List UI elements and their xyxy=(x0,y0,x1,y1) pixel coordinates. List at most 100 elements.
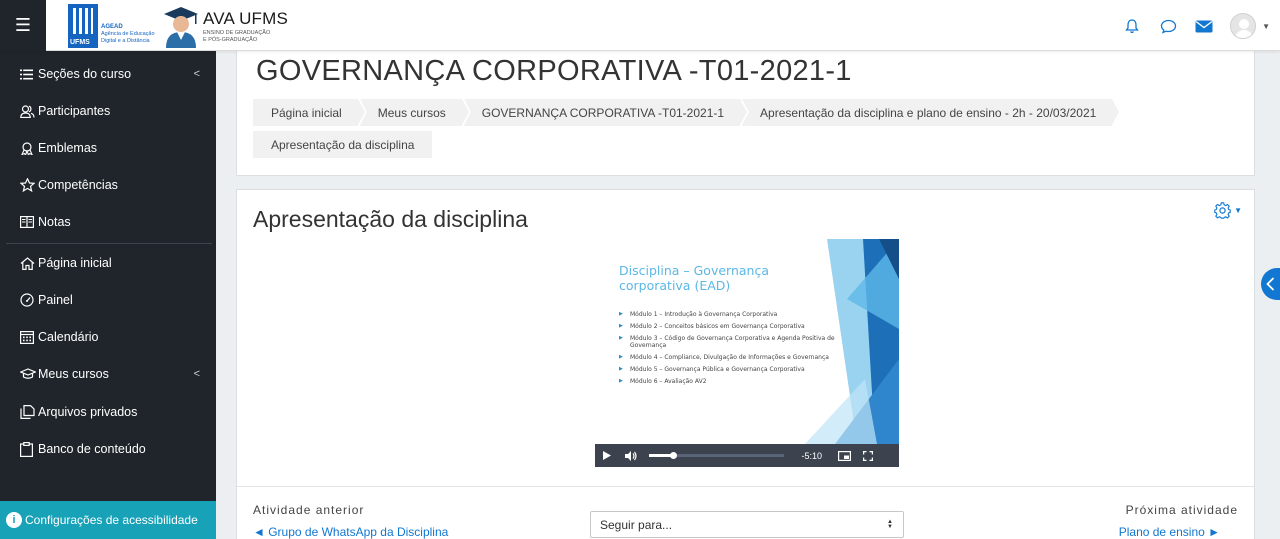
sidebar-item-course-sections[interactable]: Seções do curso < xyxy=(0,56,216,92)
messages-button[interactable] xyxy=(1150,12,1186,40)
sidebar: Seções do curso < Participantes Emblemas… xyxy=(0,51,216,539)
activity-nav-divider xyxy=(237,486,1254,487)
slide-module-item: Módulo 3 – Código de Governança Corporat… xyxy=(619,335,849,349)
sidebar-item-participants[interactable]: Participantes xyxy=(0,93,216,129)
volume-button[interactable] xyxy=(619,444,643,467)
accessibility-settings-button[interactable]: i Configurações de acessibilidade xyxy=(0,501,216,539)
site-subtitle-1: ENSINO DE GRADUAÇÃO xyxy=(203,30,271,36)
sidebar-item-competencies[interactable]: Competências xyxy=(0,167,216,203)
sidebar-item-private-files[interactable]: Arquivos privados xyxy=(0,394,216,430)
jump-to-select[interactable]: Seguir para... ▲ ▼ xyxy=(590,511,904,538)
hamburger-icon: ☰ xyxy=(14,15,32,35)
navbar: ☰ UFMS AGEAD Agência de Educação Digital… xyxy=(0,0,1280,51)
sidebar-item-label: Calendário xyxy=(38,330,99,344)
sidebar-item-badges[interactable]: Emblemas xyxy=(0,130,216,166)
sidebar-item-label: Página inicial xyxy=(38,256,112,270)
next-activity-label: Próxima atividade xyxy=(1125,503,1238,517)
next-activity-link[interactable]: Plano de ensino ► xyxy=(1119,525,1220,539)
user-menu-caret-icon[interactable]: ▼ xyxy=(1262,22,1270,31)
video-player[interactable]: Disciplina – Governança corporativa (EAD… xyxy=(595,239,899,467)
graduation-cap-icon xyxy=(20,368,37,380)
progress-handle[interactable] xyxy=(670,452,678,459)
graduate-logo xyxy=(164,7,198,48)
sidebar-divider xyxy=(6,243,212,244)
list-icon xyxy=(20,69,37,80)
page-heading: Apresentação da disciplina xyxy=(253,206,528,232)
chevron-left-icon: < xyxy=(193,368,200,380)
volume-icon xyxy=(625,450,637,461)
chevron-down-icon: ▼ xyxy=(1234,206,1242,215)
slide-module-item: Módulo 2 – Conceitos básicos em Governan… xyxy=(619,323,849,330)
chevron-left-icon: < xyxy=(193,68,200,80)
star-icon xyxy=(20,178,37,192)
ufms-logo: UFMS xyxy=(68,4,98,48)
video-controls: -5:10 xyxy=(595,444,899,467)
breadcrumb-item-home[interactable]: Página inicial xyxy=(253,99,367,126)
email-button[interactable] xyxy=(1186,12,1222,40)
site-subtitle-2: E PÓS-GRADUAÇÃO xyxy=(203,37,258,43)
home-icon xyxy=(20,256,37,270)
settings-menu-button[interactable]: ▼ xyxy=(1214,202,1242,219)
chat-icon xyxy=(1160,19,1176,34)
select-arrows-icon: ▲ ▼ xyxy=(887,518,893,530)
breadcrumb: Página inicial Meus cursos GOVERNANÇA CO… xyxy=(253,99,1122,126)
users-icon xyxy=(20,104,37,118)
sidebar-item-label: Notas xyxy=(38,215,71,229)
sidebar-item-label: Seções do curso xyxy=(38,67,132,81)
slide-module-item: Módulo 1 – Introdução à Governança Corpo… xyxy=(619,311,849,318)
breadcrumb-item-course[interactable]: GOVERNANÇA CORPORATIVA -T01-2021-1 xyxy=(463,99,750,126)
sidebar-item-label: Emblemas xyxy=(38,141,98,155)
breadcrumb-item-my-courses[interactable]: Meus cursos xyxy=(359,99,471,126)
site-brand[interactable]: AVA UFMS ENSINO DE GRADUAÇÃO E PÓS-GRADU… xyxy=(203,9,288,43)
badge-icon xyxy=(20,141,37,155)
gear-icon xyxy=(1214,202,1231,219)
previous-activity-label: Atividade anterior xyxy=(253,503,365,517)
sidebar-item-label: Arquivos privados xyxy=(38,405,138,419)
grades-icon xyxy=(20,216,37,228)
bell-icon xyxy=(1125,18,1139,33)
clipboard-icon xyxy=(20,441,37,457)
fullscreen-icon xyxy=(863,450,873,461)
breadcrumb-item-section[interactable]: Apresentação da disciplina e plano de en… xyxy=(742,99,1122,126)
picture-in-picture-icon xyxy=(837,450,851,461)
sidebar-item-label: Meus cursos xyxy=(38,367,109,381)
calendar-icon xyxy=(20,330,37,344)
notifications-button[interactable] xyxy=(1114,12,1150,40)
slide-module-item: Módulo 4 – Compliance, Divulgação de Inf… xyxy=(619,354,849,361)
time-remaining: -5:10 xyxy=(801,450,822,461)
site-title: AVA UFMS xyxy=(203,9,289,28)
breadcrumb-item-current[interactable]: Apresentação da disciplina xyxy=(253,131,433,158)
video-progress-bar[interactable] xyxy=(649,444,784,467)
slide-module-item: Módulo 6 – Avaliação AV2 xyxy=(619,378,849,385)
envelope-icon xyxy=(1195,20,1213,32)
slide-module-item: Módulo 5 – Governança Pública e Governan… xyxy=(619,366,849,373)
sidebar-item-my-courses[interactable]: Meus cursos < xyxy=(0,356,216,392)
play-icon xyxy=(603,451,611,460)
info-icon: i xyxy=(6,512,22,528)
sidebar-item-home[interactable]: Página inicial xyxy=(0,245,216,281)
course-title: GOVERNANÇA CORPORATIVA -T01-2021-1 xyxy=(256,55,852,87)
user-avatar[interactable] xyxy=(1230,13,1257,39)
fullscreen-button[interactable] xyxy=(856,444,880,467)
sidebar-item-label: Participantes xyxy=(38,104,111,118)
dashboard-icon xyxy=(20,293,37,307)
slide-module-list: Módulo 1 – Introdução à Governança Corpo… xyxy=(619,311,849,390)
accessibility-label: Configurações de acessibilidade xyxy=(25,513,198,527)
sidebar-item-calendar[interactable]: Calendário xyxy=(0,319,216,355)
sidebar-item-grades[interactable]: Notas xyxy=(0,204,216,240)
picture-in-picture-button[interactable] xyxy=(832,444,856,467)
agead-logo[interactable]: UFMS AGEAD Agência de Educação Digital e… xyxy=(68,4,160,48)
files-icon xyxy=(20,405,37,419)
jump-to-selected-value: Seguir para... xyxy=(600,517,673,532)
previous-activity-link[interactable]: ◄ Grupo de WhatsApp da Disciplina xyxy=(253,525,448,539)
sidebar-item-label: Competências xyxy=(38,178,118,192)
sidebar-item-content-bank[interactable]: Banco de conteúdo xyxy=(0,431,216,467)
play-button[interactable] xyxy=(595,444,619,467)
sidebar-item-label: Banco de conteúdo xyxy=(38,442,146,456)
agead-logo-text: AGEAD Agência de Educação Digital e a Di… xyxy=(101,24,155,44)
sidebar-item-label: Painel xyxy=(38,293,73,307)
activity-content: Apresentação da disciplina ▼ Disciplina … xyxy=(236,189,1255,539)
open-drawer-button[interactable] xyxy=(1261,268,1280,300)
sidebar-item-dashboard[interactable]: Painel xyxy=(0,282,216,318)
hamburger-menu-button[interactable]: ☰ xyxy=(0,0,46,51)
